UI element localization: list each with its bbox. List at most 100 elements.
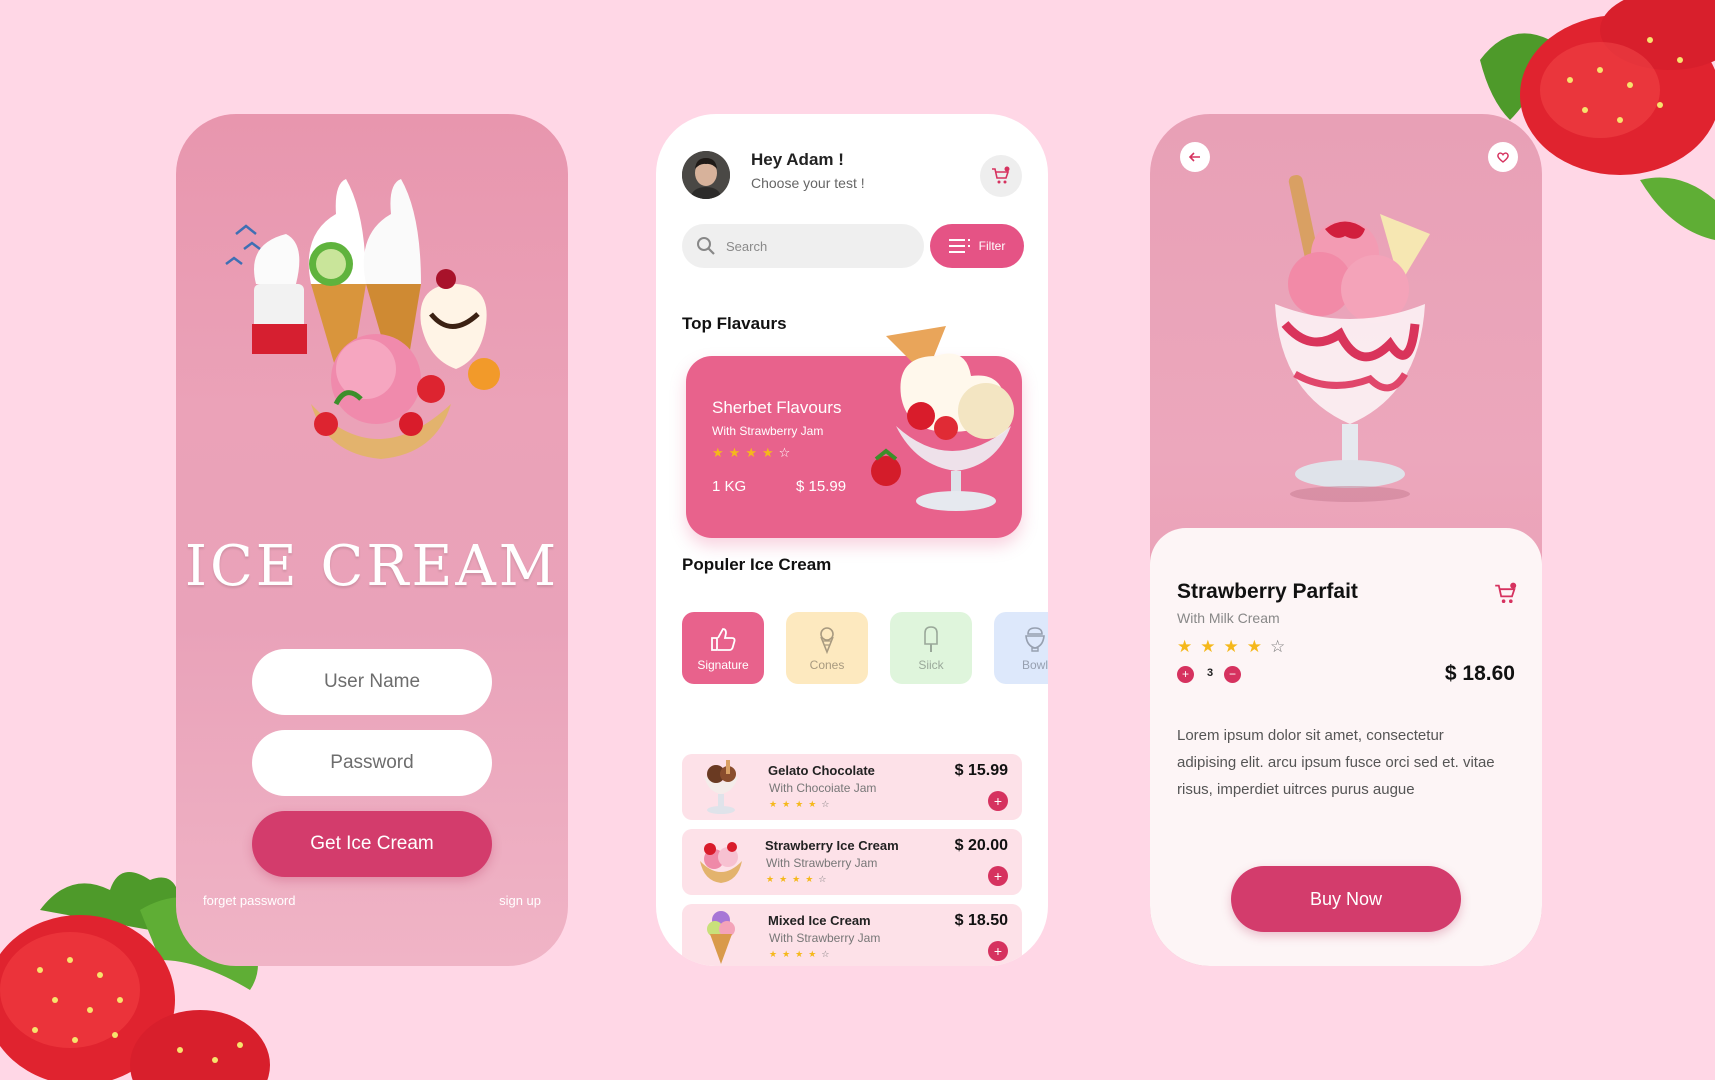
category-label: Bowl: [1021, 658, 1048, 672]
star-filled-icon: ★: [712, 445, 724, 460]
popsicle-icon: [924, 626, 938, 652]
list-item[interactable]: Gelato Chocolate With Chocoiate Jam ★ ★ ★ ★ ☆ $…: [682, 754, 1022, 820]
detail-sheet: Strawberry Parfait With Milk Cream ★ ★ ★ ★ ☆…: [1150, 528, 1542, 966]
category-label: Siick: [918, 658, 944, 672]
buy-now-button[interactable]: Buy Now: [1231, 866, 1461, 932]
popular-section-title: Populer Ice Cream: [682, 555, 832, 574]
favorite-button[interactable]: [1488, 142, 1518, 172]
home-screen: Hey Adam ! Choose your test ! Filter Top…: [656, 114, 1048, 966]
star-empty-icon: ☆: [821, 949, 830, 959]
back-button[interactable]: [1180, 142, 1210, 172]
star-filled-icon: ★: [808, 949, 817, 959]
add-item-button[interactable]: +: [988, 866, 1008, 886]
category-label: Signature: [697, 658, 749, 672]
greeting-title: Hey Adam !: [751, 150, 844, 169]
star-filled-icon: ★: [782, 949, 791, 959]
user-photo-icon: [682, 151, 730, 199]
category-1[interactable]: Signature: [682, 612, 764, 684]
search-icon: [697, 237, 715, 255]
item-thumbnail-image: [700, 842, 742, 883]
featured-title: Sherbet Flavours: [712, 398, 842, 417]
star-filled-icon: ★: [795, 799, 804, 809]
star-empty-icon: ☆: [1270, 637, 1286, 656]
featured-card[interactable]: Sherbet Flavours With Strawberry Jam ★ ★ ★…: [686, 326, 1022, 538]
username-input[interactable]: [252, 649, 492, 715]
bowl-icon: [1025, 627, 1045, 652]
product-description: Lorem ipsum dolor sit amet, consectetur …: [1177, 727, 1495, 798]
filter-icon: [948, 239, 970, 253]
star-filled-icon: ★: [766, 874, 775, 884]
item-price: $ 15.99: [954, 762, 1008, 779]
product-rating: ★ ★ ★ ★ ☆: [1177, 638, 1285, 655]
product-price: $ 18.60: [1444, 662, 1515, 685]
product-title: Strawberry Parfait: [1177, 580, 1358, 603]
quantity-value: 3: [1207, 667, 1214, 679]
star-filled-icon: ★: [761, 445, 774, 460]
item-rating: ★ ★ ★ ★ ☆: [769, 950, 829, 959]
star-filled-icon: ★: [795, 949, 804, 959]
avatar[interactable]: [682, 151, 730, 199]
search-input[interactable]: [726, 238, 896, 254]
heart-icon: [1497, 152, 1509, 163]
greeting-subtitle: Choose your test !: [751, 175, 865, 191]
quantity-decrease-button[interactable]: −: [1224, 666, 1241, 683]
quantity-increase-button[interactable]: +: [1177, 666, 1194, 683]
category-3[interactable]: Siick: [890, 612, 972, 684]
cart-icon: [1495, 582, 1517, 603]
item-subtitle: With Chocoiate Jam: [769, 781, 877, 795]
top-flavours-title: Top Flavaurs: [682, 314, 787, 333]
star-empty-icon: ☆: [818, 874, 827, 884]
brand-title: ICE CREAM: [184, 534, 560, 599]
login-screen: ICE CREAM Get Ice Cream forget password …: [176, 114, 568, 966]
star-empty-icon: ☆: [821, 799, 830, 809]
item-name: Strawberry Ice Cream: [765, 838, 899, 853]
star-filled-icon: ★: [779, 874, 788, 884]
detail-screen: Strawberry Parfait With Milk Cream ★ ★ ★ ★ ☆…: [1150, 114, 1542, 966]
filter-button[interactable]: Filter: [930, 224, 1024, 268]
star-filled-icon: ★: [808, 799, 817, 809]
password-input[interactable]: [252, 730, 492, 796]
star-filled-icon: ★: [769, 799, 778, 809]
strawberry-parfait-image: [1275, 174, 1430, 502]
list-item[interactable]: Strawberry Ice Cream With Strawberry Jam ★…: [682, 829, 1022, 895]
category-list: Signature Cones Siick Bowl: [682, 612, 1048, 686]
star-filled-icon: ★: [1246, 637, 1262, 656]
category-label: Cones: [809, 658, 845, 672]
star-filled-icon: ★: [1200, 637, 1216, 656]
featured-rating: ★ ★ ★ ★ ☆: [712, 446, 790, 459]
star-filled-icon: ★: [1223, 637, 1239, 656]
item-name: Gelato Chocolate: [768, 763, 875, 778]
item-thumbnail-image: [707, 911, 735, 964]
star-filled-icon: ★: [769, 949, 778, 959]
list-item[interactable]: Mixed Ice Cream With Strawberry Jam ★ ★ ★ ★ ☆ $…: [682, 904, 1022, 966]
featured-price: $ 15.99: [796, 478, 847, 495]
category-4[interactable]: Bowl: [994, 612, 1048, 684]
add-item-button[interactable]: +: [988, 941, 1008, 961]
featured-weight: 1 KG: [712, 478, 747, 495]
add-item-button[interactable]: +: [988, 791, 1008, 811]
forgot-password-link[interactable]: forget password: [203, 893, 296, 908]
back-arrow-icon: [1188, 152, 1200, 162]
cart-button[interactable]: [980, 155, 1022, 197]
star-filled-icon: ★: [745, 445, 757, 460]
get-ice-cream-button[interactable]: Get Ice Cream: [252, 811, 492, 877]
ice-cream-collage-image: [225, 179, 500, 459]
item-price: $ 20.00: [954, 837, 1008, 854]
cone-icon: [820, 627, 834, 654]
item-subtitle: With Strawberry Jam: [769, 931, 881, 945]
star-filled-icon: ★: [782, 799, 791, 809]
featured-subtitle: With Strawberry Jam: [712, 424, 824, 438]
search-bar: [682, 224, 924, 268]
star-filled-icon: ★: [1177, 637, 1193, 656]
item-subtitle: With Strawberry Jam: [766, 856, 878, 870]
star-filled-icon: ★: [728, 445, 741, 460]
product-subtitle: With Milk Cream: [1177, 610, 1280, 626]
item-rating: ★ ★ ★ ★ ☆: [769, 800, 829, 809]
sherbet-sundae-image: [871, 326, 1014, 511]
star-filled-icon: ★: [805, 874, 814, 884]
thumbs-up-icon: [711, 628, 736, 651]
sign-up-link[interactable]: sign up: [499, 893, 541, 908]
category-2[interactable]: Cones: [786, 612, 868, 684]
add-to-cart-button[interactable]: [1494, 582, 1518, 611]
star-filled-icon: ★: [792, 874, 801, 884]
